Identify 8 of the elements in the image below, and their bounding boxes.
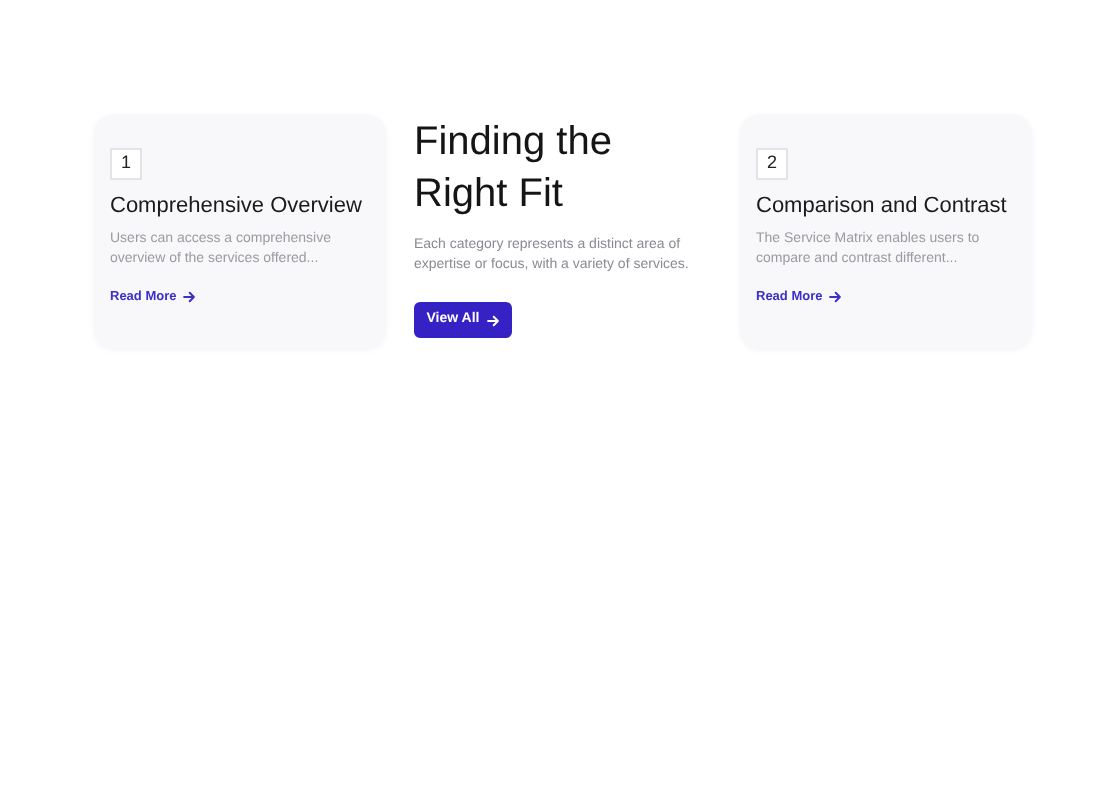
number-badge: 2: [756, 148, 788, 180]
number-badge: 1: [110, 148, 142, 180]
arrow-right-icon: [485, 313, 500, 327]
card-title: Comparison and Contrast: [756, 192, 1009, 220]
arrow-right-icon: [828, 290, 843, 305]
card-title: Comprehensive Overview: [110, 192, 364, 220]
section-heading: Finding the Right Fit: [414, 118, 614, 220]
arrow-right-icon: [182, 290, 197, 305]
